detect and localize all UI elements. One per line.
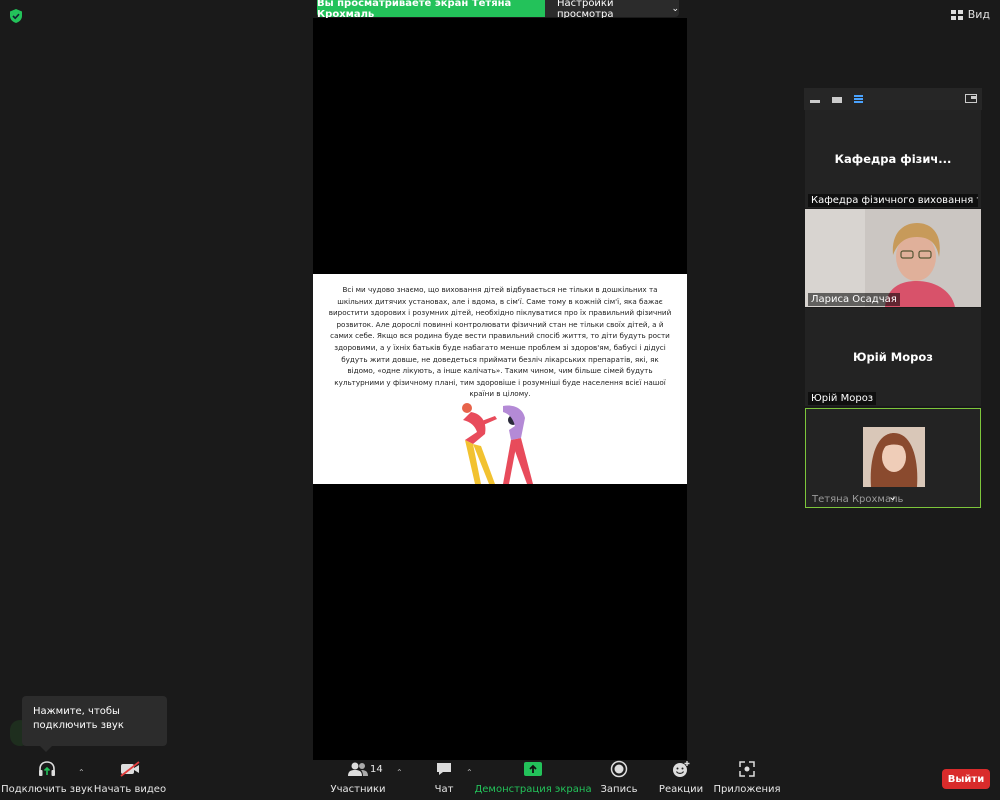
shared-slide: Всі ми чудово знаємо, що виховання дітей…	[313, 274, 687, 484]
grid-view-icon	[950, 9, 963, 20]
thumbnail-view-icon[interactable]	[832, 97, 842, 103]
participant-avatar	[863, 427, 925, 487]
participant-label: Лариса Осадчая	[808, 293, 900, 306]
start-video-label: Начать видео	[93, 784, 167, 795]
participants-icon	[348, 762, 368, 776]
start-video-button[interactable]: Начать видео	[94, 758, 166, 795]
share-screen-label: Демонстрация экрана	[474, 784, 592, 795]
speaker-view-icon[interactable]	[854, 95, 863, 103]
participant-label: Юрій Мороз	[808, 392, 877, 405]
slide-text: Всі ми чудово знаємо, що виховання дітей…	[328, 285, 672, 399]
join-audio-button[interactable]: Подключить звук	[1, 758, 93, 795]
participant-label: Кафедра фізичного виховання та ...	[808, 194, 978, 207]
chat-options-caret[interactable]: ⌃	[466, 768, 473, 777]
exit-panel-icon[interactable]	[965, 94, 977, 103]
gallery-toolbar	[804, 88, 982, 110]
record-label: Запись	[600, 784, 638, 795]
apps-button[interactable]: Приложения	[713, 758, 781, 795]
participant-tile[interactable]: Юрій Мороз Юрій Мороз	[805, 308, 981, 406]
view-label: Вид	[967, 8, 990, 21]
participant-center-name: Кафедра фізич...	[834, 152, 952, 166]
view-settings-label: Настройки просмотра	[557, 0, 614, 20]
join-audio-label: Подключить звук	[1, 784, 93, 795]
participant-tile[interactable]: Кафедра фізич... Кафедра фізичного вихов…	[805, 110, 981, 208]
reactions-button[interactable]: Реакции	[658, 758, 704, 795]
participant-center-name: Юрій Мороз	[853, 350, 933, 364]
chat-button[interactable]: Чат	[430, 758, 458, 795]
leave-button[interactable]: Выйти	[942, 769, 990, 789]
minimize-icon[interactable]	[810, 100, 820, 103]
shared-screen[interactable]: Всі ми чудово знаємо, що виховання дітей…	[313, 18, 687, 760]
reactions-icon	[673, 761, 690, 777]
shield-icon[interactable]	[8, 8, 24, 24]
record-button[interactable]: Запись	[600, 758, 638, 795]
join-audio-tooltip[interactable]: Нажмите, чтобы подключить звук	[22, 696, 167, 752]
chat-icon	[437, 763, 451, 775]
apps-icon	[739, 761, 755, 777]
meeting-toolbar: Подключить звук ⌃ Начать видео Участники	[0, 758, 1000, 800]
chevron-down-icon[interactable]: ⌄	[888, 490, 897, 503]
share-screen-icon	[524, 762, 542, 776]
view-button[interactable]: Вид	[950, 8, 990, 21]
audio-options-caret[interactable]: ⌃	[78, 768, 85, 777]
chevron-down-icon: ⌄	[671, 3, 679, 14]
record-icon	[610, 760, 628, 778]
share-banner: Вы просматриваете экран Тетяна Крохмаль …	[317, 0, 679, 20]
video-off-icon	[120, 761, 140, 777]
participant-video-tile[interactable]: Лариса Осадчая	[805, 209, 981, 307]
tooltip-text: Нажмите, чтобы подключить звук	[33, 706, 124, 731]
participants-gallery: Кафедра фізич... Кафедра фізичного вихов…	[804, 88, 982, 508]
view-settings-button[interactable]: Настройки просмотра ⌄	[545, 0, 679, 20]
apps-label: Приложения	[713, 784, 781, 795]
share-screen-button[interactable]: Демонстрация экрана	[474, 758, 592, 795]
exercising-people-illustration	[462, 403, 533, 484]
participants-label: Участники	[330, 784, 386, 795]
headphones-icon	[39, 761, 55, 776]
chat-label: Чат	[434, 784, 454, 795]
reactions-label: Реакции	[658, 784, 704, 795]
zoom-window: Вид Вы просматриваете экран Тетяна Крохм…	[0, 0, 1000, 800]
participants-options-caret[interactable]: ⌃	[396, 768, 403, 777]
participants-count: 14	[370, 764, 383, 775]
viewing-screen-label: Вы просматриваете экран Тетяна Крохмаль	[317, 0, 545, 20]
active-speaker-tile[interactable]: Тетяна Крохмаль ⌄	[805, 408, 981, 508]
